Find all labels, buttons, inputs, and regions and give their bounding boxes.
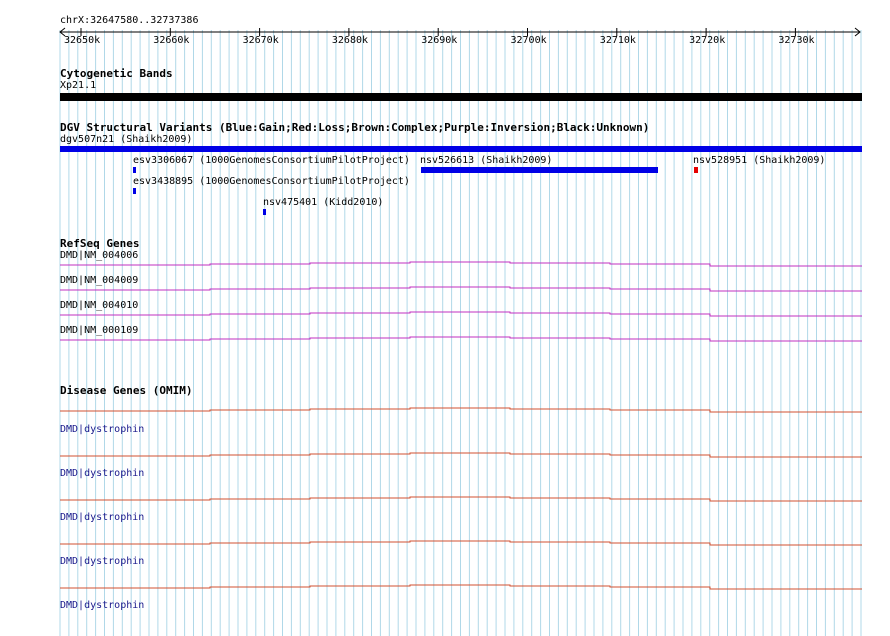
ruler-tick-label: 32690k [421, 35, 458, 46]
ruler-tick-label: 32670k [242, 35, 279, 46]
omim-gene-model[interactable] [60, 584, 862, 593]
cytoband-bar[interactable] [60, 93, 862, 101]
dgv-feature-bar[interactable] [133, 188, 136, 194]
omim-gene-model[interactable] [60, 540, 862, 549]
dgv-feature-label: nsv528951 (Shaikh2009) [693, 155, 826, 166]
gene-line [60, 540, 862, 546]
dgv-feature-bar[interactable] [263, 209, 266, 215]
gene-line [60, 407, 862, 413]
omim-gene-label: DMD|dystrophin [60, 556, 145, 567]
omim-gene-model[interactable] [60, 407, 862, 416]
gene-model[interactable] [60, 286, 862, 295]
omim-track-title: Disease Genes (OMIM) [60, 384, 193, 397]
ruler-tick-label: 32730k [778, 35, 815, 46]
ruler-tick-label: 32650k [64, 35, 101, 46]
gene-line [60, 286, 862, 292]
gene-label: DMD|NM_004010 [60, 300, 139, 311]
ruler-tick-label: 32720k [689, 35, 726, 46]
dgv-track-title: DGV Structural Variants (Blue:Gain;Red:L… [60, 121, 650, 134]
cytoband-label: Xp21.1 [60, 80, 97, 91]
gene-line [60, 261, 862, 267]
omim-gene-label: DMD|dystrophin [60, 600, 145, 611]
gene-line [60, 311, 862, 317]
dgv-feature-label: esv3438895 (1000GenomesConsortiumPilotPr… [133, 176, 410, 187]
gene-model[interactable] [60, 336, 862, 345]
omim-gene-model[interactable] [60, 452, 862, 461]
ruler-tick-label: 32660k [153, 35, 190, 46]
dgv-feature-bar[interactable] [60, 146, 862, 152]
dgv-feature-bar[interactable] [421, 167, 658, 173]
dgv-feature-label: nsv526613 (Shaikh2009) [420, 155, 553, 166]
omim-gene-model[interactable] [60, 496, 862, 505]
gene-line [60, 452, 862, 458]
gene-line [60, 496, 862, 502]
ruler-tick-label: 32680k [331, 35, 369, 46]
gene-label: DMD|NM_000109 [60, 325, 139, 336]
ruler-tick-label: 32710k [599, 35, 636, 46]
gene-model[interactable] [60, 261, 862, 270]
omim-gene-label: DMD|dystrophin [60, 424, 145, 435]
gene-line [60, 336, 862, 342]
omim-gene-label: DMD|dystrophin [60, 512, 145, 523]
omim-gene-label: DMD|dystrophin [60, 468, 145, 479]
dgv-feature-label: nsv475401 (Kidd2010) [263, 197, 384, 208]
gene-label: DMD|NM_004006 [60, 250, 139, 261]
dgv-feature-bar[interactable] [133, 167, 136, 173]
dgv-feature-bar[interactable] [694, 167, 698, 173]
dgv-feature-label: esv3306067 (1000GenomesConsortiumPilotPr… [133, 155, 410, 166]
refseq-track-title: RefSeq Genes [60, 237, 140, 250]
gene-label: DMD|NM_004009 [60, 275, 139, 286]
gene-model[interactable] [60, 311, 862, 320]
ruler-tick-label: 32700k [510, 35, 547, 46]
dgv-feature-label: dgv507n21 (Shaikh2009) [60, 134, 193, 145]
cytoband-track-title: Cytogenetic Bands [60, 67, 173, 80]
gene-line [60, 584, 862, 590]
